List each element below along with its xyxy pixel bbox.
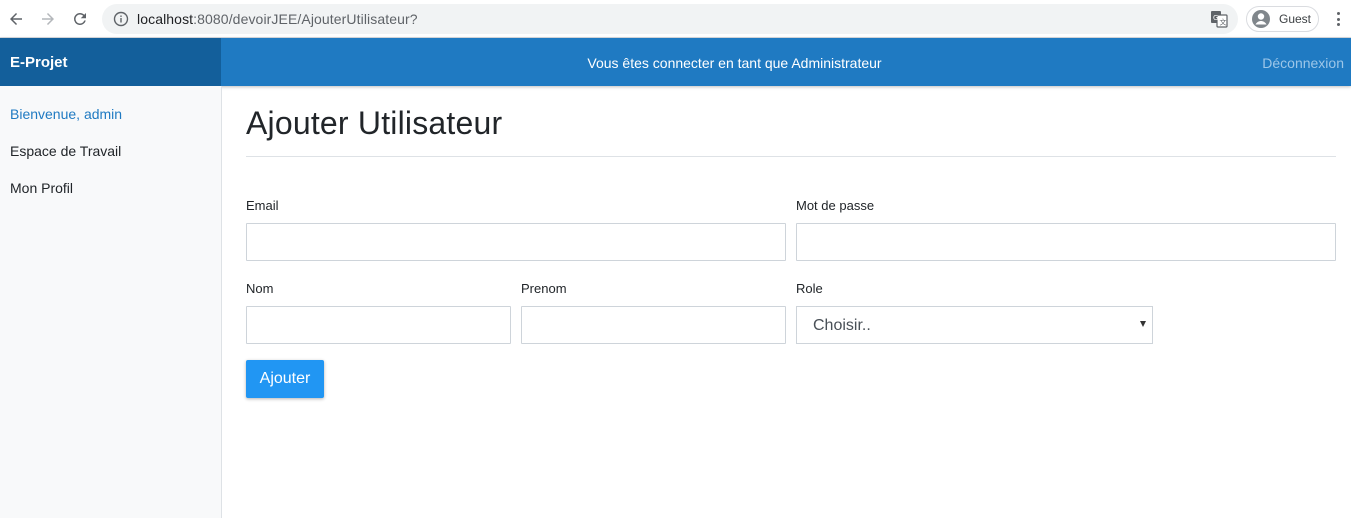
sidebar-item-workspace[interactable]: Espace de Travail	[10, 143, 121, 159]
sidebar: Bienvenue, admin Espace de Travail Mon P…	[0, 86, 222, 518]
svg-text:文: 文	[1220, 18, 1227, 27]
role-select[interactable]: Choisir..	[796, 306, 1153, 344]
back-arrow-icon	[10, 13, 22, 25]
url-path: :8080/devoirJEE/AjouterUtilisateur?	[193, 11, 418, 27]
nom-field[interactable]	[246, 306, 511, 344]
avatar-icon	[1252, 10, 1270, 28]
forward-arrow-icon	[42, 13, 54, 25]
forward-button[interactable]	[36, 7, 60, 31]
role-label: Role	[796, 281, 823, 296]
url-host: localhost	[137, 11, 194, 27]
url-text: localhost:8080/devoirJEE/AjouterUtilisat…	[137, 11, 418, 27]
logout-link[interactable]: Déconnexion	[1262, 55, 1344, 71]
page-title: Ajouter Utilisateur	[246, 105, 503, 141]
reload-button[interactable]	[68, 7, 92, 31]
nom-label: Nom	[246, 281, 274, 296]
translate-icon[interactable]: G 文	[1210, 10, 1228, 28]
title-divider	[246, 156, 1336, 157]
role-selected-value: Choisir..	[813, 317, 871, 334]
profile-button[interactable]: Guest	[1246, 6, 1319, 32]
sidebar-item-profile[interactable]: Mon Profil	[10, 180, 73, 196]
address-bar[interactable]: localhost:8080/devoirJEE/AjouterUtilisat…	[102, 4, 1238, 34]
back-button[interactable]	[4, 7, 28, 31]
email-field[interactable]	[246, 223, 786, 261]
svg-text:G: G	[1213, 14, 1218, 22]
profile-label: Guest	[1279, 12, 1312, 26]
email-label: Email	[246, 198, 279, 213]
prenom-field[interactable]	[521, 306, 786, 344]
browser-menu-icon[interactable]	[1330, 10, 1346, 28]
main-content: Ajouter Utilisateur Email Mot de passe N…	[246, 86, 1336, 518]
password-field[interactable]	[796, 223, 1336, 261]
app-navbar: E-Projet Vous êtes connecter en tant que…	[0, 38, 1351, 86]
browser-toolbar: localhost:8080/devoirJEE/AjouterUtilisat…	[0, 0, 1351, 38]
chevron-down-icon	[1140, 321, 1146, 327]
info-icon[interactable]	[113, 11, 129, 27]
prenom-label: Prenom	[521, 281, 567, 296]
reload-icon	[73, 12, 86, 25]
connection-status: Vous êtes connecter en tant que Administ…	[587, 55, 882, 71]
add-user-button[interactable]: Ajouter	[246, 360, 324, 398]
sidebar-item-welcome[interactable]: Bienvenue, admin	[10, 106, 122, 122]
password-label: Mot de passe	[796, 198, 875, 213]
brand-logo[interactable]: E-Projet	[0, 38, 221, 86]
